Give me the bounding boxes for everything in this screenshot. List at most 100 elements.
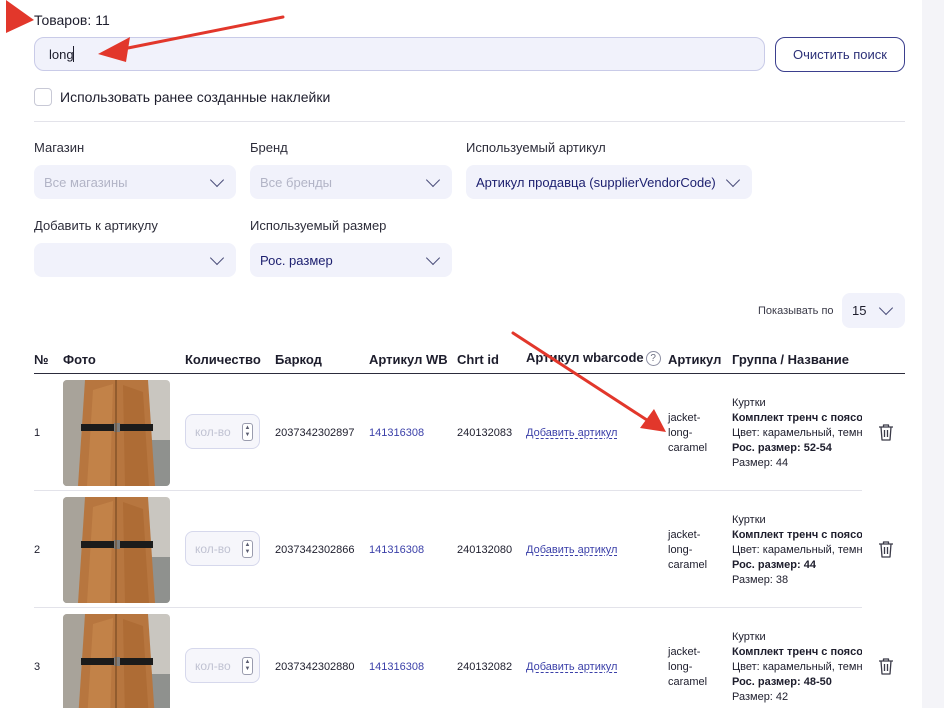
- article-used-select-value: Артикул продавца (supplierVendorCode): [476, 174, 716, 190]
- product-color: Цвет: карамельный, темно-: [732, 544, 862, 556]
- size-used-select[interactable]: Рос. размер: [250, 243, 452, 277]
- col-chrt-id: Chrt id: [457, 352, 499, 367]
- use-stickers-checkbox[interactable]: [34, 88, 52, 106]
- article-used-select[interactable]: Артикул продавца (supplierVendorCode): [466, 165, 752, 199]
- main-panel: Товаров:11 Очистить поиск Использовать р…: [0, 0, 922, 708]
- vendor-article-line: caramel: [668, 559, 708, 571]
- article-used-label: Используемый артикул: [466, 140, 606, 155]
- table-row: 2 кол-во ▲ ▼ 2037342302866 141316308 2401…: [0, 491, 922, 608]
- quantity-input[interactable]: кол-во ▲ ▼: [185, 414, 260, 449]
- trash-icon[interactable]: [878, 540, 894, 558]
- vendor-article: jacket- long- caramel: [668, 528, 707, 573]
- quantity-input[interactable]: кол-во ▲ ▼: [185, 648, 260, 683]
- row-num: 1: [34, 427, 41, 439]
- quantity-stepper[interactable]: ▲ ▼: [242, 539, 253, 558]
- barcode: 2037342302866: [275, 544, 355, 556]
- add-article-link[interactable]: Добавить артикул: [526, 544, 617, 556]
- goods-count: Товаров: 11: [34, 12, 110, 28]
- clear-search-button[interactable]: Очистить поиск: [775, 37, 905, 72]
- group: Куртки: [732, 514, 766, 526]
- article-wb-link[interactable]: 141316308: [369, 544, 424, 556]
- add-to-article-label: Добавить к артикулу: [34, 218, 158, 233]
- group-name: Куртки Комплект тренч с поясом Цвет: кар…: [732, 396, 862, 471]
- product-photo[interactable]: [63, 614, 170, 708]
- brand-label: Бренд: [250, 140, 288, 155]
- chrt-id: 240132080: [457, 544, 513, 556]
- help-icon[interactable]: ?: [645, 351, 661, 366]
- product-name: Комплект тренч с поясом: [732, 529, 862, 541]
- show-by-value: 15: [852, 303, 867, 318]
- product-name: Комплект тренч с поясом: [732, 412, 862, 424]
- chrt-id: 240132083: [457, 427, 513, 439]
- chevron-down-icon: [878, 300, 894, 316]
- chrt-id: 240132082: [457, 661, 513, 673]
- product-photo[interactable]: [63, 380, 170, 486]
- chevron-down-icon: [425, 172, 441, 187]
- trash-icon[interactable]: [878, 657, 894, 675]
- vendor-article-line: jacket-: [668, 529, 701, 541]
- col-group-name: Группа / Название: [732, 352, 850, 367]
- col-barcode: Баркод: [275, 352, 322, 367]
- group-name: Куртки Комплект тренч с поясом Цвет: кар…: [732, 513, 862, 588]
- vendor-article-line: caramel: [668, 442, 708, 454]
- vendor-article-line: long-: [668, 544, 693, 556]
- col-qty: Количество: [185, 352, 261, 367]
- article-wb-link[interactable]: 141316308: [369, 661, 424, 673]
- vendor-article: jacket- long- caramel: [668, 411, 707, 456]
- size: Размер: 44: [732, 457, 789, 469]
- jacket-photo-image: [63, 497, 170, 603]
- vendor-article-line: long-: [668, 427, 693, 439]
- ros-size: Рос. размер: 52-54: [732, 442, 832, 454]
- col-article-wbarcode-label: Артикул wbarcode: [526, 350, 644, 365]
- quantity-stepper[interactable]: ▲ ▼: [242, 656, 253, 675]
- quantity-placeholder: кол-во: [195, 424, 231, 439]
- search-input[interactable]: [34, 37, 765, 71]
- size-used-label: Используемый размер: [250, 218, 387, 233]
- use-stickers-row[interactable]: Использовать ранее созданные наклейки: [34, 88, 330, 106]
- row-num: 2: [34, 544, 41, 556]
- ros-size: Рос. размер: 44: [732, 559, 816, 571]
- col-photo: Фото: [63, 352, 96, 367]
- table-row: 1 кол-во ▲ ▼ 2037342302897 141316308 2401…: [0, 374, 922, 491]
- group: Куртки: [732, 397, 766, 409]
- product-color: Цвет: карамельный, темно-: [732, 427, 862, 439]
- goods-count-value: 11: [95, 12, 110, 28]
- ros-size: Рос. размер: 48-50: [732, 676, 832, 688]
- vendor-article-line: long-: [668, 661, 693, 673]
- chevron-down-icon: [425, 250, 441, 265]
- col-article-wbarcode: Артикул wbarcode?: [526, 350, 661, 366]
- show-by-select[interactable]: 15: [842, 293, 905, 328]
- trash-icon[interactable]: [878, 423, 894, 441]
- quantity-stepper[interactable]: ▲ ▼: [242, 422, 253, 441]
- col-article-wb: Артикул WB: [369, 352, 448, 367]
- brand-select-value: Все бренды: [260, 174, 333, 190]
- add-article-link[interactable]: Добавить артикул: [526, 661, 617, 673]
- col-num: №: [34, 352, 49, 367]
- jacket-photo-image: [63, 614, 170, 708]
- chevron-down-icon: [725, 172, 741, 187]
- chevron-down-icon: [209, 172, 225, 187]
- quantity-input[interactable]: кол-во ▲ ▼: [185, 531, 260, 566]
- jacket-photo-image: [63, 380, 170, 486]
- vendor-article: jacket- long- caramel: [668, 645, 707, 690]
- group: Куртки: [732, 631, 766, 643]
- product-color: Цвет: карамельный, темно-: [732, 661, 862, 673]
- col-article: Артикул: [668, 352, 722, 367]
- show-by-label: Показывать по: [758, 305, 834, 317]
- store-label: Магазин: [34, 140, 85, 155]
- add-to-article-select[interactable]: [34, 243, 236, 277]
- product-name: Комплект тренч с поясом: [732, 646, 862, 658]
- row-num: 3: [34, 661, 41, 673]
- goods-count-label: Товаров:: [34, 12, 92, 28]
- product-photo[interactable]: [63, 497, 170, 603]
- size: Размер: 38: [732, 574, 789, 586]
- article-wb-link[interactable]: 141316308: [369, 427, 424, 439]
- add-article-link[interactable]: Добавить артикул: [526, 427, 617, 439]
- brand-select[interactable]: Все бренды: [250, 165, 452, 199]
- group-name: Куртки Комплект тренч с поясом Цвет: кар…: [732, 630, 862, 705]
- chevron-down-icon: [209, 250, 225, 265]
- text-caret: [73, 46, 74, 62]
- size-used-select-value: Рос. размер: [260, 252, 333, 268]
- store-select[interactable]: Все магазины: [34, 165, 236, 199]
- quantity-placeholder: кол-во: [195, 658, 231, 673]
